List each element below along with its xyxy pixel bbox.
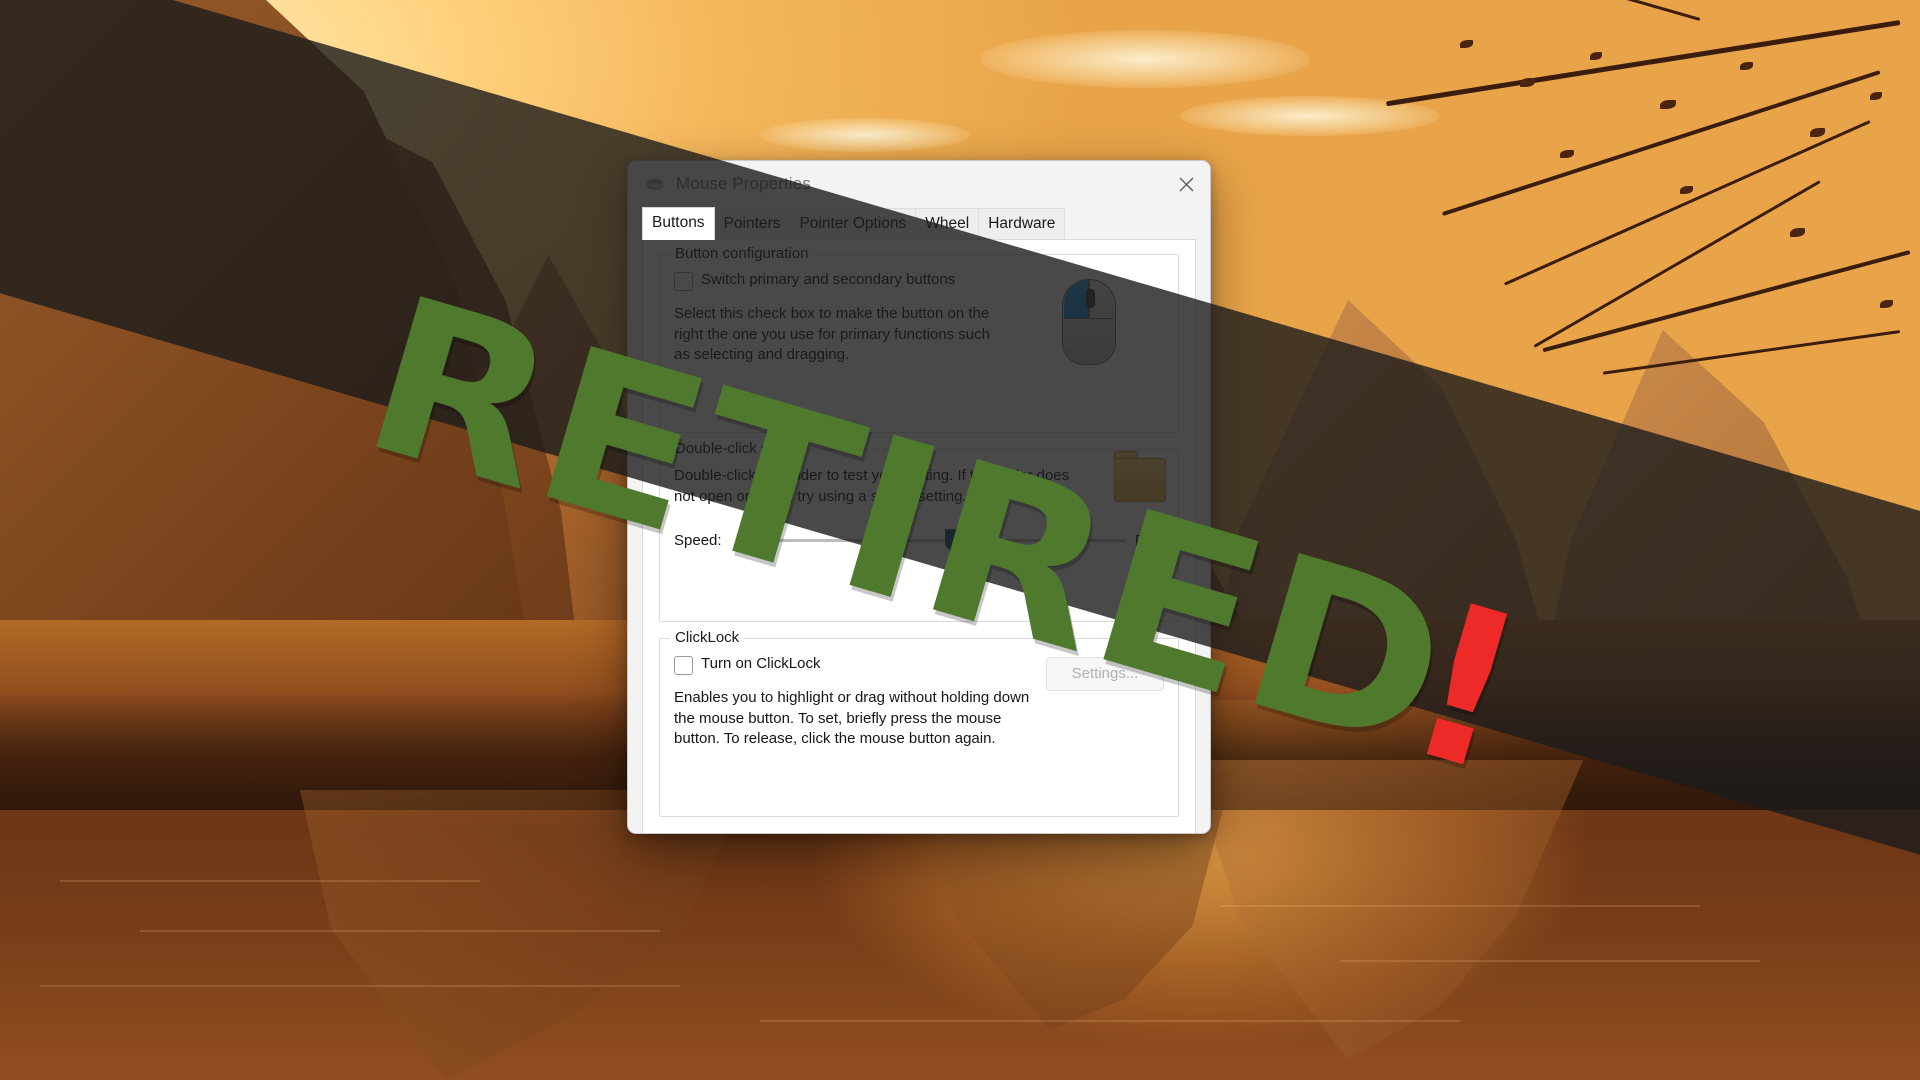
group-title-double-click-speed: Double-click speed [670,439,807,457]
clicklock-content: Turn on ClickLock Enables you to highlig… [674,655,1164,750]
group-button-configuration: Button configuration Switch primary and … [659,244,1179,433]
slider-min-label: Slow [735,531,769,549]
mouse-preview-primary-button [1063,280,1089,319]
dialog-titlebar[interactable]: Mouse Properties [628,161,1210,207]
double-click-slider-row[interactable]: Speed: Slow Fast [674,527,1164,553]
mouse-preview-wheel [1085,288,1095,308]
mouse-preview-area [1014,271,1164,366]
switch-buttons-row[interactable]: Switch primary and secondary buttons [674,271,1008,291]
water-ripple [140,930,660,932]
slider-track-area[interactable] [778,527,1125,553]
speed-label: Speed: [674,531,722,549]
group-title-clicklock: ClickLock [670,628,745,646]
mouse-icon [646,178,664,190]
water-ripple [1340,960,1760,962]
water-ripple [1220,905,1700,907]
water-ripple [40,985,680,987]
clicklock-text-column: Turn on ClickLock Enables you to highlig… [674,655,1034,750]
turn-on-clicklock-label: Turn on ClickLock [701,654,821,672]
tab-pointer-options[interactable]: Pointer Options [789,208,917,240]
switch-primary-secondary-label: Switch primary and secondary buttons [701,270,956,288]
button-configuration-description: Select this check box to make the button… [674,304,990,364]
dialog-title: Mouse Properties [676,174,811,193]
turn-on-clicklock-checkbox[interactable] [674,655,693,675]
folder-icon[interactable] [1114,450,1166,502]
group-title-button-configuration: Button configuration [670,244,814,262]
mouse-properties-dialog[interactable]: Mouse Properties Buttons Pointers Pointe… [627,160,1211,834]
mouse-preview-icon [1062,278,1116,365]
clicklock-description: Enables you to highlight or drag without… [674,688,1030,748]
double-click-speed-description: Double-click the folder to test your set… [674,466,1070,505]
tab-hardware[interactable]: Hardware [978,208,1066,240]
desktop-screen: Mouse Properties Buttons Pointers Pointe… [0,0,1920,1080]
button-configuration-text-column: Switch primary and secondary buttons Sel… [674,271,1008,366]
mouse-preview-horizontal-divider [1063,317,1113,320]
close-button[interactable] [1163,161,1210,207]
water-ripple [760,1020,1460,1022]
tab-page-buttons: Button configuration Switch primary and … [642,238,1196,833]
tab-buttons[interactable]: Buttons [642,207,715,240]
group-double-click-speed: Double-click speed Double-click the fold… [659,439,1179,622]
tab-strip[interactable]: Buttons Pointers Pointer Options Wheel H… [628,207,1210,240]
cloud-shape [980,30,1310,88]
switch-primary-secondary-checkbox[interactable] [674,271,693,291]
button-configuration-content: Switch primary and secondary buttons Sel… [674,271,1164,366]
slider-max-label: Fast [1134,531,1164,549]
cloud-shape [760,118,970,152]
double-click-slider[interactable]: Slow Fast [736,527,1164,553]
folder-icon-body [1114,457,1166,502]
tab-pointers[interactable]: Pointers [713,208,791,240]
clicklock-settings-button[interactable]: Settings... [1046,656,1164,691]
group-clicklock: ClickLock Turn on ClickLock Enables you … [659,628,1179,817]
tab-wheel[interactable]: Wheel [915,208,980,240]
close-icon [1179,177,1194,191]
water-ripple [60,880,480,882]
slider-thumb[interactable] [944,529,958,553]
clicklock-checkbox-row[interactable]: Turn on ClickLock [674,655,1034,675]
